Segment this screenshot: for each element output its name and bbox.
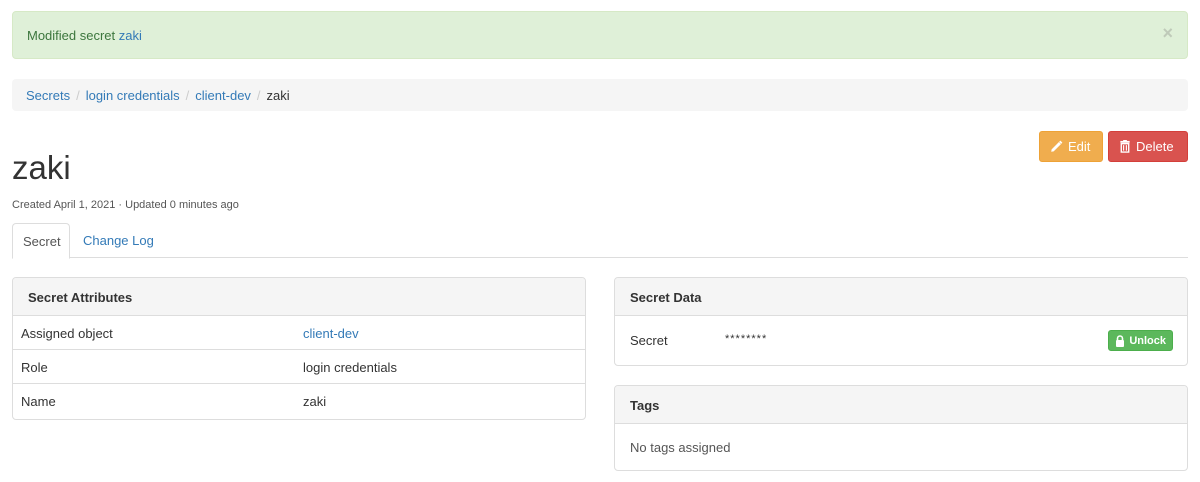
panel-heading: Tags [615,386,1187,424]
panel-heading: Secret Attributes [13,278,585,316]
edit-button[interactable]: Edit [1039,131,1103,162]
breadcrumb-separator: / [256,88,261,103]
table-row: Name zaki [13,384,585,418]
breadcrumb-role[interactable]: login credentials [86,88,180,103]
row-label: Name [21,394,56,409]
success-alert: Modified secret zaki × [12,11,1188,59]
tab-secret[interactable]: Secret [12,223,70,259]
panel-heading: Secret Data [615,278,1187,316]
unlock-label: Unlock [1129,334,1166,347]
breadcrumb-object[interactable]: client-dev [195,88,251,103]
secret-attributes-panel: Secret Attributes Assigned object client… [12,277,586,420]
secret-data-panel: Secret Data Secret ******** Unlock [614,277,1188,366]
alert-message: Modified secret [27,28,119,43]
close-icon[interactable]: × [1162,24,1173,42]
tab-bar: Secret Change Log [12,223,1188,259]
delete-label: Delete [1136,139,1174,154]
row-value: zaki [303,394,327,409]
alert-secret-link[interactable]: zaki [119,28,142,43]
secret-row: Secret ******** Unlock [615,316,1187,365]
delete-button[interactable]: Delete [1108,131,1188,162]
timestamps: Created April 1, 2021 · Updated 0 minute… [12,199,239,211]
breadcrumb: Secrets / login credentials / client-dev / zak… [12,79,1188,111]
secret-label: Secret [630,333,668,348]
tags-panel: Tags No tags assigned [614,385,1188,471]
row-value: login credentials [303,360,397,375]
breadcrumb-secrets[interactable]: Secrets [26,88,70,103]
assigned-object-link[interactable]: client-dev [303,326,359,341]
pencil-icon [1051,140,1063,152]
row-label: Role [21,360,48,375]
row-label: Assigned object [21,326,113,341]
breadcrumb-current: zaki [266,88,290,103]
lock-icon [1116,334,1125,347]
table-row: Role login credentials [13,350,585,384]
tags-empty-message: No tags assigned [630,440,731,455]
breadcrumb-separator: / [76,88,80,103]
table-row: Assigned object client-dev [13,316,585,350]
secret-masked-value: ******** [725,333,768,345]
page-title: zaki [12,149,71,186]
breadcrumb-separator: / [185,88,190,103]
trash-icon [1120,140,1130,153]
edit-label: Edit [1068,139,1091,154]
unlock-button[interactable]: Unlock [1108,330,1173,351]
tab-change-log[interactable]: Change Log [73,223,164,258]
